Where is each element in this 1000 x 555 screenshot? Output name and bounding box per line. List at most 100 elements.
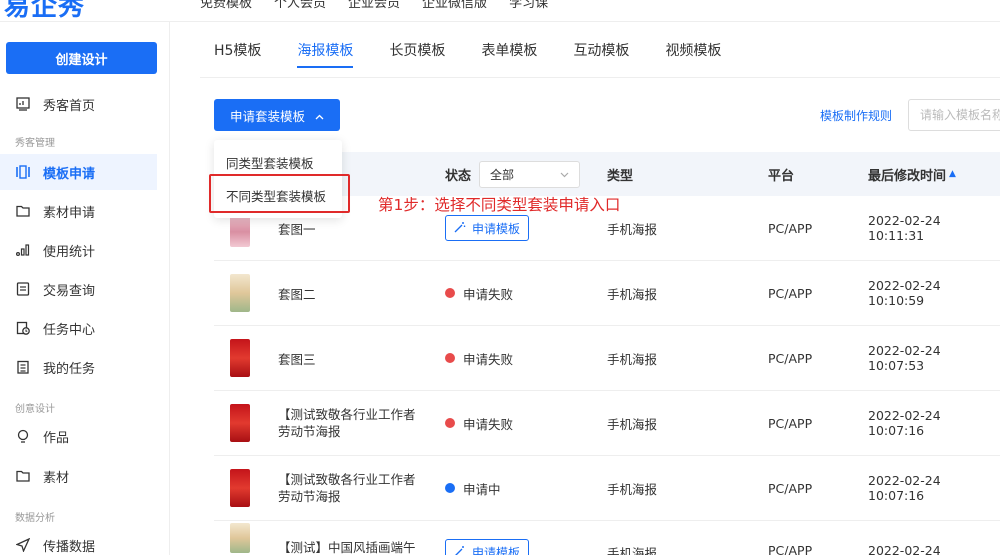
create-design-button[interactable]: 创建设计 (6, 42, 157, 74)
row-name: 套图三 (278, 351, 316, 367)
magic-wand-icon (454, 545, 466, 555)
row-name: 【测试】中国风插画端午 (278, 540, 416, 555)
row-name: 【测试致敬各行业工作者 劳动节海报 (278, 391, 416, 455)
tab-form[interactable]: 表单模板 (481, 22, 537, 78)
row-time: 2022-02-24 10:10:59 (868, 278, 941, 308)
sidebar-item-home[interactable]: 秀客首页 (0, 86, 157, 122)
tabs-divider (200, 77, 1000, 78)
template-tabs: H5模板 海报模板 长页模板 表单模板 互动模板 视频模板 (214, 22, 757, 78)
row-status: 申请失败 (445, 326, 513, 390)
table-row: 套图三 申请失败 手机海报 PC/APP 2022-02-24 10:07:53 (214, 326, 1000, 391)
row-type: 手机海报 (607, 546, 658, 555)
row-type: 手机海报 (607, 286, 658, 302)
sidebar-item-label: 素材 (43, 470, 70, 486)
status-filter-select[interactable]: 全部 (479, 160, 581, 188)
tab-interactive[interactable]: 互动模板 (573, 22, 629, 78)
sidebar-item-label: 秀客首页 (43, 98, 96, 114)
clipboard-icon (16, 360, 30, 374)
thumbnail[interactable] (230, 326, 250, 390)
apply-template-label: 申请模板 (472, 221, 521, 236)
row-time: 2022-02-24 10:06:59 (868, 543, 941, 555)
row-name-line1: 【测试致敬各行业工作者 (278, 472, 416, 487)
menu-item-same-type-suite[interactable]: 同类型套装模板 (226, 153, 314, 172)
row-time: 2022-02-24 10:07:16 (868, 408, 941, 438)
sidebar-item-transactions[interactable]: 交易查询 (0, 271, 157, 307)
apply-suite-template-button[interactable]: 申请套装模板 (214, 99, 340, 131)
thumbnail[interactable] (230, 391, 250, 455)
search-input[interactable] (908, 99, 1000, 131)
bulb-icon (16, 429, 30, 443)
row-platform: PC/APP (768, 415, 813, 431)
table-row: 【测试致敬各行业工作者 劳动节海报 申请中 手机海报 PC/APP 2022-0… (214, 456, 1000, 521)
nav-learn[interactable]: 学习课 (509, 0, 548, 11)
thumbnail[interactable] (230, 521, 250, 555)
row-type: 手机海报 (607, 481, 658, 497)
header-platform: 平台 (768, 168, 795, 184)
sidebar-item-spread-data[interactable]: 传播数据 (0, 527, 157, 555)
folder-icon (16, 204, 30, 218)
sidebar-item-label: 任务中心 (43, 322, 96, 338)
sidebar: 创建设计 秀客首页 秀客管理 模板申请 素材申请 使用统计 交易查询 任务中心 … (0, 22, 170, 555)
sidebar-item-label: 模板申请 (43, 166, 96, 182)
thumbnail[interactable] (230, 261, 250, 325)
apply-template-button[interactable]: 申请模板 (445, 539, 530, 555)
sidebar-item-label: 素材申请 (43, 205, 96, 221)
row-name-line2: 劳动节海报 (278, 489, 341, 504)
send-icon (16, 538, 30, 552)
group-label-manage: 秀客管理 (15, 138, 55, 149)
tab-poster[interactable]: 海报模板 (297, 22, 354, 78)
row-name-line2: 劳动节海报 (278, 424, 341, 439)
top-bar: 易企秀 免费模板 个人会员 企业会员 企业微信版 学习课 (0, 0, 1000, 22)
magic-wand-icon (454, 221, 466, 236)
apply-template-button[interactable]: 申请模板 (445, 215, 530, 241)
header-type: 类型 (607, 168, 634, 184)
row-time: 2022-02-24 10:07:53 (868, 343, 941, 373)
highlight-box (209, 174, 350, 213)
row-type: 手机海报 (607, 416, 658, 432)
nav-personal-member[interactable]: 个人会员 (274, 0, 326, 11)
nav-enterprise-member[interactable]: 企业会员 (348, 0, 400, 11)
thumbnail[interactable] (230, 456, 250, 520)
header-modified[interactable]: 最后修改时间 ▲︎ (868, 152, 956, 196)
nav-wecom[interactable]: 企业微信版 (422, 0, 487, 11)
template-rules-link[interactable]: 模板制作规则 (820, 107, 892, 124)
table-row: 【测试】中国风插画端午 申请模板 手机海报 PC/APP 2022-02-24 … (214, 521, 1000, 555)
sidebar-item-task-center[interactable]: 任务中心 (0, 310, 157, 346)
row-status: 申请失败 (445, 261, 513, 325)
chevron-up-icon (315, 108, 324, 123)
row-platform: PC/APP (768, 480, 813, 496)
sidebar-item-my-tasks[interactable]: 我的任务 (0, 349, 157, 385)
row-platform: PC/APP (768, 285, 813, 301)
logo[interactable]: 易企秀 (4, 0, 85, 21)
sidebar-item-materials[interactable]: 素材 (0, 458, 157, 494)
status-filter-value: 全部 (490, 167, 515, 182)
chevron-down-icon (560, 167, 569, 181)
apply-template-label: 申请模板 (472, 545, 521, 555)
sidebar-item-template-apply[interactable]: 模板申请 (0, 154, 157, 190)
bar-chart-icon (16, 243, 30, 257)
row-status: 申请中 (445, 456, 501, 520)
table-row: 【测试致敬各行业工作者 劳动节海报 申请失败 手机海报 PC/APP 2022-… (214, 391, 1000, 456)
row-platform: PC/APP (768, 350, 813, 366)
row-status: 申请失败 (445, 391, 513, 455)
sidebar-item-works[interactable]: 作品 (0, 418, 157, 454)
sort-icon[interactable]: ▲︎ (949, 169, 956, 179)
tab-video[interactable]: 视频模板 (665, 22, 721, 78)
document-icon (16, 282, 30, 296)
tab-long-page[interactable]: 长页模板 (389, 22, 445, 78)
sidebar-item-label: 作品 (43, 430, 70, 446)
tab-h5[interactable]: H5模板 (214, 22, 261, 78)
step-annotation: 第1步：选择不同类型套装申请入口 (378, 196, 621, 214)
sidebar-item-label: 交易查询 (43, 283, 96, 299)
row-platform: PC/APP (768, 220, 813, 236)
row-status: 申请模板 (445, 521, 530, 555)
row-platform: PC/APP (768, 543, 813, 555)
task-clock-icon (16, 321, 30, 335)
sidebar-item-usage-stats[interactable]: 使用统计 (0, 232, 157, 268)
nav-free-templates[interactable]: 免费模板 (200, 0, 252, 11)
row-name-line1: 【测试致敬各行业工作者 (278, 407, 416, 422)
sidebar-item-material-apply[interactable]: 素材申请 (0, 193, 157, 229)
row-type: 手机海报 (607, 351, 658, 367)
top-nav: 免费模板 个人会员 企业会员 企业微信版 学习课 (200, 0, 548, 11)
apply-button-label: 申请套装模板 (229, 108, 305, 124)
